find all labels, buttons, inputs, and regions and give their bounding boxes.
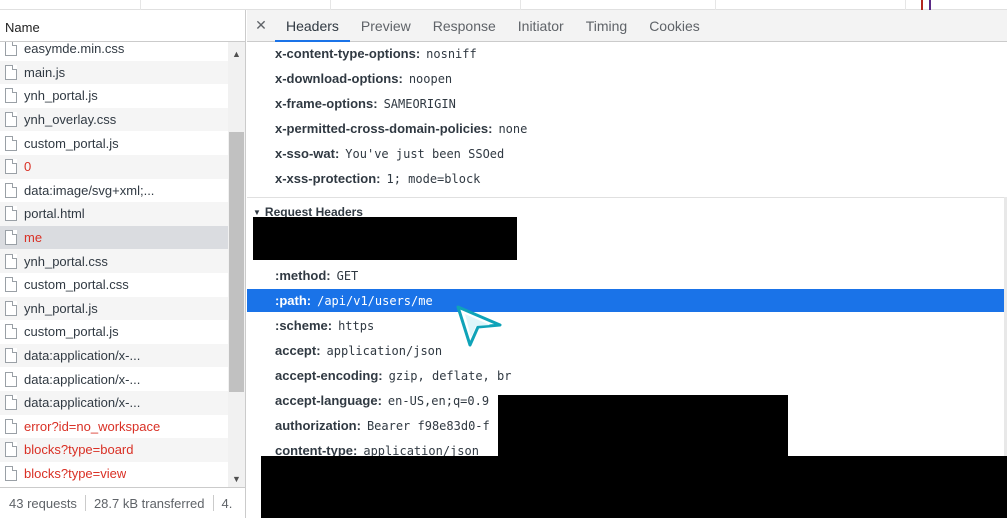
scroll-up-arrow-icon[interactable]: ▲ [228,46,245,62]
status-divider [84,495,86,511]
mouse-pointer-icon [456,305,502,347]
file-icon [5,42,17,57]
request-row[interactable]: custom_portal.js [0,131,228,155]
request-row[interactable]: data:image/svg+xml;... [0,179,228,203]
request-row[interactable]: data:application/x-... [0,343,228,368]
file-icon [5,277,17,293]
tab-headers[interactable]: Headers [275,10,350,42]
request-row[interactable]: portal.html [0,202,228,226]
network-summary-bar: 43 requests 28.7 kB transferred 4. [0,487,245,518]
request-row[interactable]: ynh_portal.js [0,84,228,108]
request-row[interactable]: custom_portal.js [0,320,228,344]
tab-preview[interactable]: Preview [350,10,422,41]
file-icon [5,230,17,246]
request-list: easymde.min.css main.js ynh_portal.js yn… [0,42,228,487]
file-icon [5,64,17,80]
request-row[interactable]: 0 [0,154,228,179]
tab-initiator[interactable]: Initiator [507,10,575,41]
request-row[interactable]: data:application/x-... [0,390,228,415]
request-row[interactable]: easymde.min.css [0,42,228,61]
response-header-row[interactable]: x-download-options: noopen [247,67,1007,90]
request-row[interactable]: ynh_overlay.css [0,107,228,132]
name-column-label: Name [5,20,40,35]
request-row[interactable]: blocks?type=view [0,462,228,486]
response-header-row[interactable]: x-sso-wat: You've just been SSOed [247,142,1007,165]
file-icon [5,324,17,340]
response-header-row[interactable]: x-xss-protection: 1; mode=block [247,167,1007,190]
file-icon [5,88,17,104]
file-icon [5,395,17,411]
request-row-selected[interactable]: me [0,225,228,250]
name-column-header[interactable]: Name [0,10,245,42]
request-list-scrollbar[interactable]: ▲ ▼ [228,42,245,487]
request-header-row-highlighted[interactable]: :path:/api/v1/users/me [247,289,1007,312]
file-icon [5,465,17,481]
file-icon [5,112,17,128]
file-icon [5,182,17,198]
tab-timing[interactable]: Timing [575,10,639,41]
status-extra: 4. [221,495,233,511]
file-icon [5,253,17,269]
scroll-down-arrow-icon[interactable]: ▼ [228,471,245,487]
redaction-block [253,217,517,260]
file-icon [5,135,17,151]
request-list-panel: Name easymde.min.css main.js ynh_portal.… [0,10,246,518]
tab-cookies[interactable]: Cookies [638,10,711,41]
file-icon [5,300,17,316]
request-row[interactable]: ynh_portal.js [0,296,228,321]
scrollbar-thumb[interactable] [229,132,244,392]
request-row[interactable]: ynh_portal.css [0,249,228,273]
response-header-row[interactable]: x-permitted-cross-domain-policies: none [247,117,1007,140]
status-divider [212,495,214,511]
file-icon [5,348,17,364]
file-icon [5,371,17,387]
file-icon [5,442,17,458]
redaction-block [498,395,788,461]
redaction-block [261,456,1007,518]
request-row[interactable]: blocks?type=board [0,438,228,462]
details-tabbar: ✕ Headers Preview Response Initiator Tim… [247,10,1007,42]
request-header-row[interactable]: accept-encoding: gzip, deflate, br [247,364,1007,387]
request-row[interactable]: error?id=no_workspace [0,415,228,439]
close-icon[interactable]: ✕ [247,10,275,41]
file-icon [5,159,17,175]
request-row[interactable]: custom_portal.css [0,273,228,297]
file-icon [5,206,17,222]
tab-response[interactable]: Response [422,10,507,41]
timeline-strip [0,0,1007,10]
transferred-size: 28.7 kB transferred [93,495,205,511]
request-count: 43 requests [9,495,77,511]
request-header-row[interactable]: :method: GET [247,264,1007,287]
request-row[interactable]: data:application/x-... [0,367,228,391]
section-divider [247,197,1007,198]
request-header-row[interactable]: accept: application/json [247,339,1007,362]
response-header-row[interactable]: x-content-type-options: nosniff [247,42,1007,65]
request-header-row[interactable]: :scheme: https [247,314,1007,337]
response-header-row[interactable]: x-frame-options: SAMEORIGIN [247,92,1007,115]
file-icon [5,418,17,434]
triangle-down-icon: ▼ [253,207,261,217]
request-row[interactable]: main.js [0,60,228,85]
